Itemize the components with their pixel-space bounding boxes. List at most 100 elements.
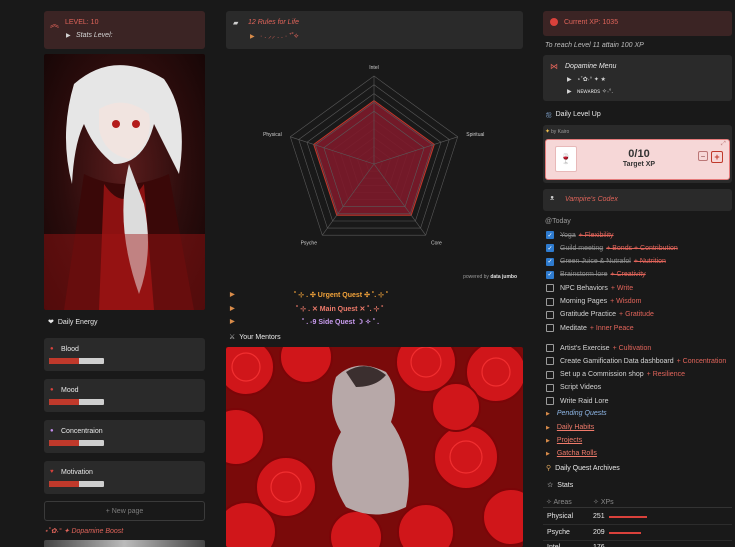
checkbox[interactable]: [546, 357, 554, 366]
urgent-quest-toggle[interactable]: ▶: [230, 291, 240, 298]
new-page-button[interactable]: + New page: [44, 501, 205, 521]
stats-row[interactable]: Physical 251: [543, 510, 732, 525]
checkbox[interactable]: [546, 310, 554, 319]
side-quest-toggle[interactable]: ▶: [230, 318, 240, 325]
widget-by: by Kairo: [551, 129, 570, 135]
radar-axis-label: Core: [431, 241, 442, 247]
checkbox[interactable]: [546, 397, 554, 406]
todo-task: Morning Pages: [560, 298, 608, 305]
triangle-right-icon: ▶: [546, 410, 550, 417]
col-areas: ✧ Areas: [546, 499, 572, 506]
butterfly-icon: ஐ: [546, 111, 552, 118]
daily-level-up-header: ஐ Daily Level Up: [546, 111, 601, 118]
checkbox[interactable]: [546, 370, 554, 379]
dopamine-item[interactable]: ▶ ɴᴇᴡᴀʀᴅꜱ ✧˖°.: [567, 88, 613, 95]
stat-bar: [609, 516, 647, 518]
toggle-pending-quests[interactable]: ▶ Pending Quests: [546, 410, 607, 417]
radar-axis-label: Intel: [369, 65, 378, 71]
dopamine-menu-title[interactable]: Dopamine Menu: [565, 63, 616, 70]
blood-drop-icon: ●: [50, 346, 54, 352]
expand-icon[interactable]: ⤢: [721, 141, 726, 148]
dopamine-item[interactable]: ▶ ⋆˚✿˖° ✦ ★: [567, 76, 606, 83]
checkbox[interactable]: [546, 284, 554, 293]
dopamine-boost-link[interactable]: ⋆˚✿˖° ✦ Dopamine Boost: [44, 527, 123, 535]
checkbox[interactable]: ✓: [546, 270, 554, 279]
checkbox[interactable]: ✓: [546, 257, 554, 266]
energy-label: Motivation: [61, 469, 93, 476]
toggle-projects[interactable]: ▶ Projects: [546, 437, 582, 444]
bow-icon: ⋈: [550, 62, 558, 71]
energy-card-mood[interactable]: ● Mood: [44, 379, 205, 412]
stats-row[interactable]: Psyche 209: [543, 526, 732, 541]
toggle-daily-habits[interactable]: ▶ Daily Habits: [546, 424, 594, 431]
stat-xp: 251: [593, 513, 605, 520]
main-quest-toggle[interactable]: ▶: [230, 305, 240, 312]
stats-level-toggle[interactable]: ▶ Stats Level:: [66, 32, 113, 39]
triangle-right-icon: ▶: [546, 450, 550, 457]
todo-item[interactable]: Set up a Commission shop + Resilience: [546, 369, 685, 381]
checkbox[interactable]: [546, 344, 554, 352]
todo-task: Guild meeting: [560, 244, 604, 252]
wine-glass-icon: 🍷: [555, 146, 577, 172]
stats-header: ☆ Stats: [547, 482, 574, 489]
energy-bar: [49, 440, 104, 446]
bat-icon: ᴥ: [550, 195, 555, 202]
dopamine-menu-callout: ⋈ Dopamine Menu ▶ ⋆˚✿˖° ✦ ★ ▶ ɴᴇᴡᴀʀᴅꜱ ✧˖°.: [543, 55, 732, 101]
todo-reward: + Cultivation: [612, 344, 652, 352]
todo-task: Artist's Exercise: [560, 344, 610, 352]
potion-icon: ●: [50, 428, 54, 434]
todo-item[interactable]: Script Videos: [546, 382, 601, 394]
vampire-codex-title[interactable]: Vampire's Codex: [565, 196, 618, 203]
rules-sub-toggle[interactable]: ▶ · . ⸝⸝ . . · ⁺˚⟡: [250, 32, 299, 41]
todo-item[interactable]: NPC Behaviors + Write: [546, 282, 633, 294]
powered-by: powered by data jumbo: [463, 274, 517, 280]
rules-callout: ▰ 12 Rules for Life ▶ · . ⸝⸝ . . · ⁺˚⟡: [226, 11, 523, 49]
triangle-right-icon: ▶: [546, 424, 550, 431]
xp-minus-button[interactable]: −: [698, 151, 708, 161]
todo-item[interactable]: Artist's Exercise + Cultivation: [546, 342, 651, 354]
todo-item[interactable]: ✓ Green Juice & Nutrafol + Nutrition: [546, 256, 666, 268]
today-label: @Today: [545, 218, 571, 225]
todo-reward: + Nutrition: [633, 258, 666, 266]
col-xps: ✧ XPs: [593, 499, 614, 506]
rules-title[interactable]: 12 Rules for Life: [248, 19, 299, 26]
todo-item[interactable]: ✓ Guild meeting + Bonds + Contribution: [546, 242, 678, 254]
todo-item[interactable]: ✓ Brainstorm lore + Creativity: [546, 269, 646, 281]
stat-bar: [609, 531, 641, 534]
folder-icon: ▰: [233, 20, 239, 27]
energy-card-motivation[interactable]: ♥ Motivation: [44, 461, 205, 494]
stats-row[interactable]: Intel176: [543, 541, 732, 547]
todo-item[interactable]: Create Gamification Data dashboard + Conc…: [546, 355, 726, 367]
checkbox[interactable]: [546, 383, 554, 392]
star-outline-icon: ☆: [547, 482, 554, 489]
checkbox[interactable]: [546, 324, 554, 333]
energy-card-blood[interactable]: ● Blood: [44, 338, 205, 371]
daily-energy-header: ❤ Daily Energy: [48, 319, 98, 326]
checkbox[interactable]: ✓: [546, 244, 554, 253]
sword-icon: ⚔: [229, 334, 236, 341]
todo-item[interactable]: ✓ Yoga + Flexibility: [546, 229, 614, 241]
triangle-right-icon: ▶: [230, 292, 235, 298]
urgent-quest-title[interactable]: ˚ ⊹ . ✣ Urgent Quest ✣ ˚. ⊹ ˚: [294, 291, 388, 299]
toggle-gatcha-rolls[interactable]: ▶ Gatcha Rolls: [546, 450, 597, 457]
main-quest-title[interactable]: ˚ ⊹ . ✕ Main Quest ✕ ˚. ⊹ ˚: [296, 305, 384, 313]
radar-chart: Intel Spiritual Core Psyche Physical powered…: [226, 54, 523, 284]
energy-bar: [49, 358, 104, 364]
current-xp-callout: Current XP: 1035: [543, 11, 732, 36]
todo-item[interactable]: Meditate + Inner Peace: [546, 322, 634, 334]
quest-archives-link[interactable]: ⚲ Daily Quest Archives: [546, 464, 620, 472]
todo-item[interactable]: Gratitude Practice + Gratitude: [546, 309, 654, 321]
todo-reward: + Write: [610, 284, 634, 292]
energy-card-concentration[interactable]: ● Concentraion: [44, 420, 205, 453]
checkbox[interactable]: ✓: [546, 231, 554, 239]
side-quest-title[interactable]: ˚ . -9 Side Quest ☽ ✧ ˚ .: [302, 318, 379, 326]
character-portrait: [44, 54, 205, 310]
todo-task: Write Raid Lore: [560, 397, 609, 405]
todo-reward: + Resilience: [646, 371, 685, 379]
todo-item[interactable]: Morning Pages + Wisdom: [546, 296, 641, 308]
xp-target-label: Target XP: [622, 161, 656, 168]
xp-plus-button[interactable]: +: [711, 151, 723, 163]
todo-item[interactable]: Write Raid Lore: [546, 395, 609, 407]
checkbox[interactable]: [546, 297, 554, 306]
radar-axis-label: Psyche: [301, 241, 318, 247]
